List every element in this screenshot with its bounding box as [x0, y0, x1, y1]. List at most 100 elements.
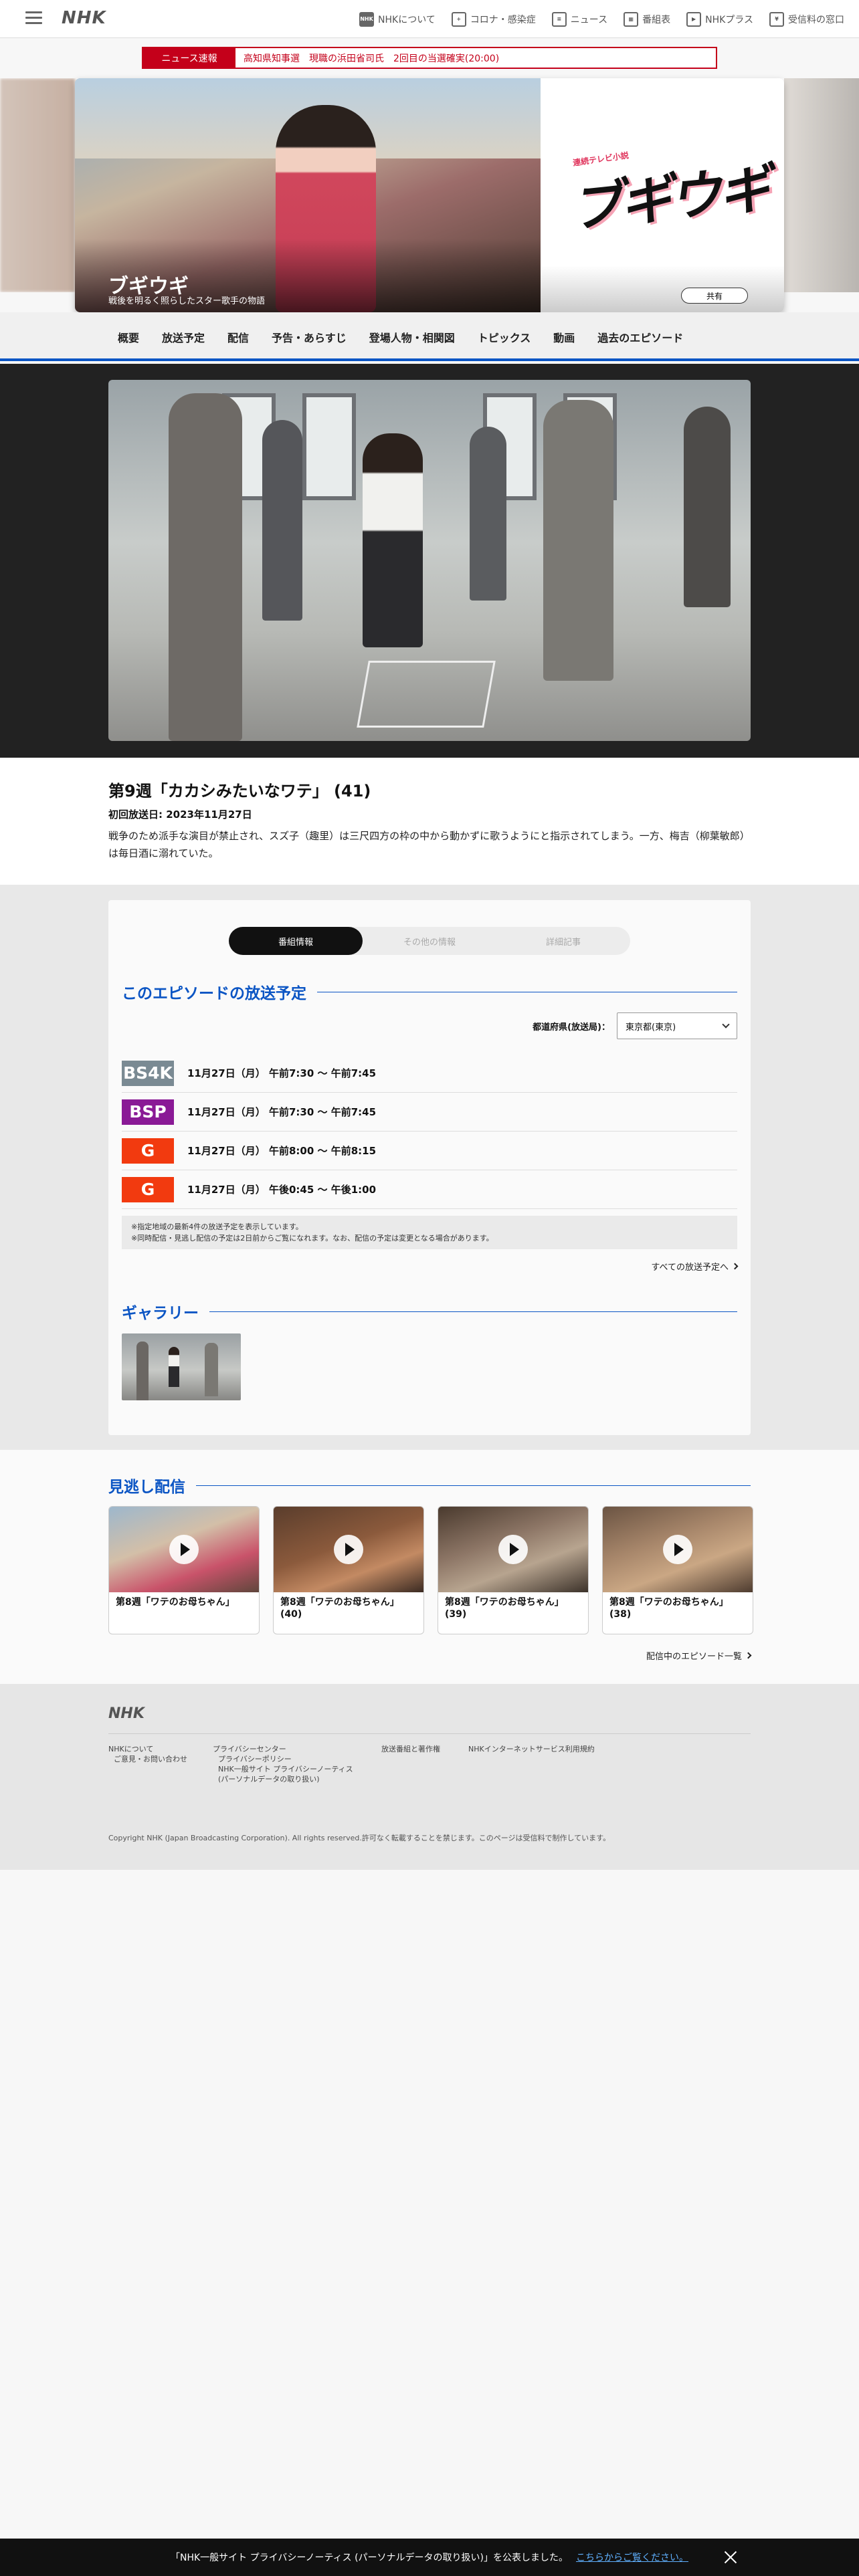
footer-link-privacy-center[interactable]: プライバシーセンター	[213, 1744, 353, 1754]
episode-card[interactable]: 第8週「ワテのお母ちゃん」 (40)	[273, 1506, 424, 1634]
episode-card-thumbnail	[438, 1507, 588, 1592]
breaking-news-bar[interactable]: ニュース速報 高知県知事選 現職の浜田省司氏 2回目の当選確実(20:00)	[142, 47, 717, 69]
nav-nhk-about[interactable]: NHK NHKについて	[359, 11, 436, 27]
program-nav-schedule[interactable]: 放送予定	[162, 329, 205, 345]
tab-detail-article[interactable]: 詳細記事	[496, 927, 630, 955]
footer-link-about[interactable]: NHKについて	[108, 1744, 187, 1754]
schedule-heading: このエピソードの放送予定	[122, 980, 737, 1003]
episode-card-thumbnail	[274, 1507, 423, 1592]
footer-col-1: NHKについて ご意見・お問い合わせ	[108, 1744, 187, 1764]
global-nav: NHK NHKについて + コロナ・感染症 ≡ ニュース ▦ 番組表 ▶ NHKプラス ¥…	[359, 0, 844, 38]
play-icon	[169, 1535, 199, 1564]
hero-prev-slide[interactable]	[0, 78, 75, 292]
region-selector: 都道府県(放送局)： 東京都(東京)	[533, 1012, 737, 1039]
footer-col-3: 放送番組と著作権	[381, 1744, 440, 1754]
news-icon: ≡	[551, 11, 567, 27]
episode-card-thumbnail	[603, 1507, 753, 1592]
nav-news[interactable]: ≡ ニュース	[551, 11, 607, 27]
episode-card-title: 第8週「ワテのお母ちゃん」 (40)	[280, 1597, 399, 1620]
chevron-down-icon	[722, 1021, 730, 1029]
nhk-logo[interactable]: NHK	[62, 8, 106, 28]
privacy-notice-text: 「NHK一般サイト プライバシーノーティス (パーソナルデータの取り扱い)」を公…	[170, 2553, 569, 2563]
footer-link-terms[interactable]: NHKインターネットサービス利用規約	[468, 1744, 595, 1754]
channel-badge-g: G	[122, 1138, 174, 1164]
episode-still-image	[108, 380, 751, 741]
chevron-right-icon	[731, 1263, 739, 1270]
program-nav: 概要 放送予定 配信 予告・あらすじ 登場人物・相関図 トピックス 動画 過去の…	[0, 312, 859, 361]
region-select[interactable]: 東京都(東京)	[617, 1012, 737, 1039]
program-nav-videos[interactable]: 動画	[553, 329, 575, 345]
footer: NHK NHKについて ご意見・お問い合わせ プライバシーセンター プライバシー…	[0, 1684, 859, 1870]
corona-icon: +	[451, 11, 466, 27]
program-nav-preview[interactable]: 予告・あらすじ	[272, 329, 347, 345]
copyright: Copyright NHK (Japan Broadcasting Corpor…	[108, 1834, 611, 1842]
episode-detail-panel: 番組情報 その他の情報 詳細記事 このエピソードの放送予定 都道府県(放送局)：…	[108, 900, 751, 1435]
footer-link-contact[interactable]: ご意見・お問い合わせ	[108, 1754, 187, 1764]
episode-card-title: 第8週「ワテのお母ちゃん」	[116, 1597, 235, 1608]
streaming-episodes-link[interactable]: 配信中のエピソード一覧	[646, 1649, 752, 1662]
footer-col-2: プライバシーセンター プライバシーポリシー NHK一般サイト プライバシーノーテ…	[213, 1744, 353, 1784]
channel-badge-g: G	[122, 1176, 174, 1202]
episode-title: 第9週「カカシみたいなワテ」 (41)	[108, 782, 371, 800]
program-nav-past-episodes[interactable]: 過去のエピソード	[597, 329, 683, 345]
privacy-notice-bar: 「NHK一般サイト プライバシーノーティス (パーソナルデータの取り扱い)」を公…	[0, 2539, 859, 2576]
nhk-plus-icon: ▶	[686, 11, 702, 27]
schedule-row: G 11月27日（月） 午前8:00 ～ 午前8:15	[122, 1132, 737, 1170]
privacy-notice-link[interactable]: こちらからご覧ください。	[576, 2551, 688, 2564]
episode-first-air: 初回放送日: 2023年11月27日	[108, 809, 252, 821]
footer-link-privacy-notice-sub[interactable]: (パーソナルデータの取り扱い)	[213, 1774, 353, 1784]
gallery-heading: ギャラリー	[122, 1300, 737, 1323]
footer-link-privacy-notice[interactable]: NHK一般サイト プライバシーノーティス	[213, 1764, 353, 1774]
episode-card-title: 第8週「ワテのお母ちゃん」 (39)	[445, 1597, 564, 1620]
episode-card[interactable]: 第8週「ワテのお母ちゃん」	[108, 1506, 260, 1634]
play-icon	[498, 1535, 528, 1564]
nav-reception-fee[interactable]: ¥ 受信料の窓口	[769, 11, 844, 27]
episode-card-thumbnail	[109, 1507, 259, 1592]
nav-corona[interactable]: + コロナ・感染症	[451, 11, 536, 27]
global-header: NHK NHK NHKについて + コロナ・感染症 ≡ ニュース ▦ 番組表 ▶ NHKプ…	[0, 0, 859, 38]
footer-link-privacy-policy[interactable]: プライバシーポリシー	[213, 1754, 353, 1764]
episode-card[interactable]: 第8週「ワテのお母ちゃん」 (39)	[438, 1506, 589, 1634]
missed-streaming-section: 見逃し配信 第8週「ワテのお母ちゃん」 第8週「ワテのお母ちゃん」 (40) 第…	[0, 1450, 859, 1684]
footer-nhk-logo[interactable]: NHK	[108, 1705, 145, 1722]
footer-link-copyright[interactable]: 放送番組と著作権	[381, 1744, 440, 1754]
schedule-list: BS4K 11月27日（月） 午前7:30 ～ 午前7:45 BSP 11月27…	[122, 1054, 737, 1209]
program-nav-topics[interactable]: トピックス	[478, 329, 531, 345]
hero-next-slide[interactable]	[784, 78, 859, 292]
tab-other-info[interactable]: その他の情報	[363, 927, 496, 955]
nav-program-guide[interactable]: ▦ 番組表	[624, 11, 670, 27]
play-icon	[334, 1535, 363, 1564]
schedule-row: G 11月27日（月） 午後0:45 ～ 午後1:00	[122, 1170, 737, 1209]
reception-fee-icon: ¥	[769, 11, 784, 27]
hero-subtitle: 戦後を明るく照らしたスター歌手の物語	[108, 296, 266, 306]
schedule-time: 11月27日（月） 午前7:30 ～ 午前7:45	[187, 1067, 377, 1079]
region-label: 都道府県(放送局)：	[533, 1022, 610, 1033]
missed-episode-cards: 第8週「ワテのお母ちゃん」 第8週「ワテのお母ちゃん」 (40) 第8週「ワテの…	[108, 1506, 753, 1634]
schedule-time: 11月27日（月） 午前8:00 ～ 午前8:15	[187, 1145, 377, 1157]
schedule-row: BS4K 11月27日（月） 午前7:30 ～ 午前7:45	[122, 1054, 737, 1093]
nav-nhk-plus[interactable]: ▶ NHKプラス	[686, 11, 753, 27]
schedule-row: BSP 11月27日（月） 午前7:30 ～ 午前7:45	[122, 1093, 737, 1132]
program-nav-overview[interactable]: 概要	[118, 329, 139, 345]
program-nav-characters[interactable]: 登場人物・相関図	[369, 329, 455, 345]
breaking-news-label: ニュース速報	[143, 48, 235, 68]
episode-info: 第9週「カカシみたいなワテ」 (41) 初回放送日: 2023年11月27日 戦…	[0, 758, 859, 885]
hero-card: ブギウギ 戦後を明るく照らしたスター歌手の物語 連続テレビ小説 ブギウギ 共有	[75, 78, 784, 312]
chevron-right-icon	[745, 1652, 752, 1659]
gallery-thumbnail[interactable]	[122, 1333, 241, 1400]
episode-description: 戦争のため派手な演目が禁止され、スズ子（趣里）は三尺四方の枠の中から動かずに歌う…	[108, 830, 750, 859]
share-button[interactable]: 共有	[681, 288, 748, 304]
all-schedule-link[interactable]: すべての放送予定へ	[651, 1260, 739, 1273]
tab-program-info[interactable]: 番組情報	[229, 927, 363, 955]
schedule-time: 11月27日（月） 午前7:30 ～ 午前7:45	[187, 1106, 377, 1118]
episode-card[interactable]: 第8週「ワテのお母ちゃん」 (38)	[602, 1506, 753, 1634]
channel-badge-bsp: BSP	[122, 1099, 174, 1125]
hero-logo-area: 連続テレビ小説 ブギウギ 共有	[541, 78, 784, 312]
close-icon[interactable]	[723, 2549, 739, 2565]
play-icon	[663, 1535, 692, 1564]
program-nav-streaming[interactable]: 配信	[227, 329, 249, 345]
footer-col-4: NHKインターネットサービス利用規約	[468, 1744, 595, 1754]
breaking-news-text[interactable]: 高知県知事選 現職の浜田省司氏 2回目の当選確実(20:00)	[235, 51, 499, 65]
schedule-notes: ※指定地域の最新4件の放送予定を表示しています。 ※同時配信・見逃し配信の予定は…	[122, 1216, 737, 1249]
menu-icon[interactable]	[25, 11, 42, 25]
